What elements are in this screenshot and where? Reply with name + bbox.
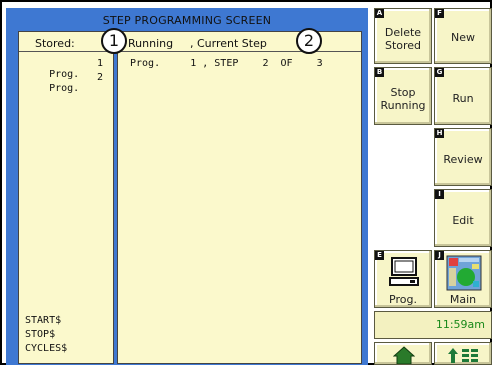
clock-display: 11:59am [374, 311, 492, 339]
stop-running-label-2: Running [380, 99, 426, 112]
cycles-variable-label: CYCLES$ [25, 343, 68, 354]
callout-1: 1 [101, 28, 127, 54]
key-b-badge: B [375, 68, 384, 77]
run-button[interactable]: G Run [434, 67, 492, 125]
main-label: Main [449, 293, 477, 306]
key-e-badge: E [375, 251, 384, 260]
running-status-line: Prog. 1 , STEP 2 OF 3 [130, 58, 323, 69]
stop-running-button[interactable]: B Stop Running [374, 67, 432, 125]
callout-2: 2 [296, 28, 322, 54]
delete-stored-label-1: Delete [384, 26, 422, 39]
key-a-badge: A [375, 9, 384, 18]
up-menu-button[interactable] [434, 342, 492, 365]
delete-stored-button[interactable]: A Delete Stored [374, 8, 432, 64]
prog-button[interactable]: E Prog. [374, 250, 432, 308]
stop-variable-label: STOP$ [25, 329, 56, 340]
stored-list-panel: Stored: Prog. 1 Prog. 2 START$ STOP$ CYC… [18, 31, 114, 364]
key-h-badge: H [435, 129, 444, 138]
running-header: Running , Current Step [118, 32, 361, 52]
key-j-badge: J [435, 251, 444, 260]
home-button[interactable] [374, 342, 432, 365]
stored-header: Stored: [19, 32, 113, 52]
review-label: Review [443, 153, 483, 166]
stored-item-prog-1-number: 1 [97, 58, 104, 69]
screen-title: STEP PROGRAMMING SCREEN [102, 14, 272, 27]
new-button[interactable]: F New [434, 8, 492, 64]
main-button[interactable]: J Main [434, 250, 492, 308]
up-arrow-menu-icon [448, 348, 478, 363]
run-label: Run [452, 92, 474, 105]
review-button[interactable]: H Review [434, 128, 492, 186]
stored-header-label: Stored: [35, 37, 75, 50]
start-variable-label: START$ [25, 315, 62, 326]
running-header-label: Running [128, 37, 174, 50]
prog-label: Prog. [389, 293, 417, 306]
key-f-badge: F [435, 9, 444, 18]
edit-label: Edit [452, 214, 474, 227]
stored-item-prog-2[interactable]: Prog. [25, 72, 79, 105]
delete-stored-label-2: Stored [384, 39, 422, 52]
edit-button[interactable]: I Edit [434, 189, 492, 247]
key-g-badge: G [435, 68, 444, 77]
key-i-badge: I [435, 190, 444, 199]
running-panel: Running , Current Step Prog. 1 , STEP 2 … [117, 31, 362, 364]
stop-running-label-1: Stop [390, 86, 416, 99]
stored-item-prog-2-number: 2 [97, 72, 104, 83]
current-step-header-label: , Current Step [190, 37, 267, 50]
new-label: New [451, 31, 475, 44]
main-screen-icon [446, 255, 482, 291]
home-icon [393, 346, 415, 364]
computer-icon [389, 257, 419, 286]
